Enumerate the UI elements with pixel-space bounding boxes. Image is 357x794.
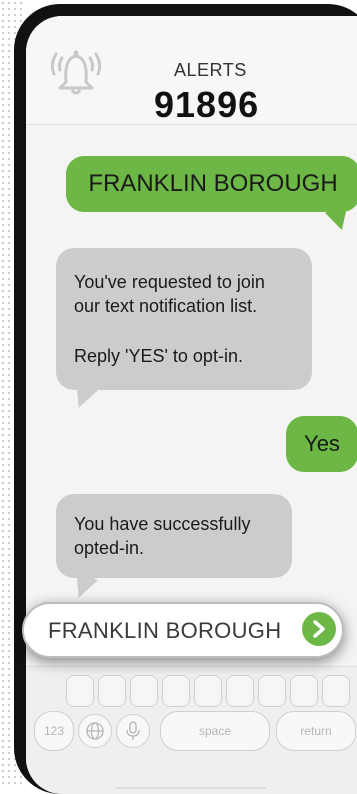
globe-icon [86,722,104,740]
message-text: FRANKLIN BOROUGH [88,170,338,197]
alerts-label: ALERTS [174,60,247,80]
message-line-blank [74,318,294,344]
send-arrow-icon [313,620,325,638]
numbers-key[interactable]: 123 [34,711,74,751]
send-button[interactable] [302,612,336,646]
keyboard-key[interactable] [194,675,222,707]
message-line: our text notification list. [74,296,258,316]
phone-frame: ALERTS 91896 FRANKLIN BOROUGH You've req… [14,4,357,794]
keyboard-key[interactable] [162,675,190,707]
message-input-text: FRANKLIN BOROUGH [48,618,282,643]
outgoing-message: FRANKLIN BOROUGH [66,156,357,212]
home-indicator [116,787,266,789]
keyboard-key[interactable] [130,675,158,707]
phone-screen: ALERTS 91896 FRANKLIN BOROUGH You've req… [26,16,357,794]
keyboard: 123 space return [26,666,357,794]
message-header: ALERTS 91896 [26,16,357,125]
message-line: opted-in. [74,538,145,558]
microphone-key[interactable] [116,714,150,748]
keyboard-key[interactable] [290,675,318,707]
return-key[interactable]: return [276,711,356,751]
message-line: You've requested to join [74,272,265,292]
keyboard-key[interactable] [322,675,350,707]
message-text: Yes [304,431,340,456]
incoming-message: You have successfully opted-in. [56,494,292,578]
bell-icon [44,38,108,105]
message-line: Reply 'YES' to opt-in. [74,346,243,366]
message-line: You have successfully [74,514,251,534]
keyboard-key[interactable] [258,675,286,707]
incoming-message: You've requested to join our text notifi… [56,248,312,390]
globe-key[interactable] [78,714,112,748]
shortcode-number: 91896 [154,84,260,125]
keyboard-key[interactable] [66,675,94,707]
keyboard-key[interactable] [98,675,126,707]
space-key[interactable]: space [160,711,270,751]
message-input[interactable]: FRANKLIN BOROUGH [22,602,344,658]
outgoing-message: Yes [286,416,357,472]
keyboard-key[interactable] [226,675,254,707]
microphone-icon [126,721,140,740]
